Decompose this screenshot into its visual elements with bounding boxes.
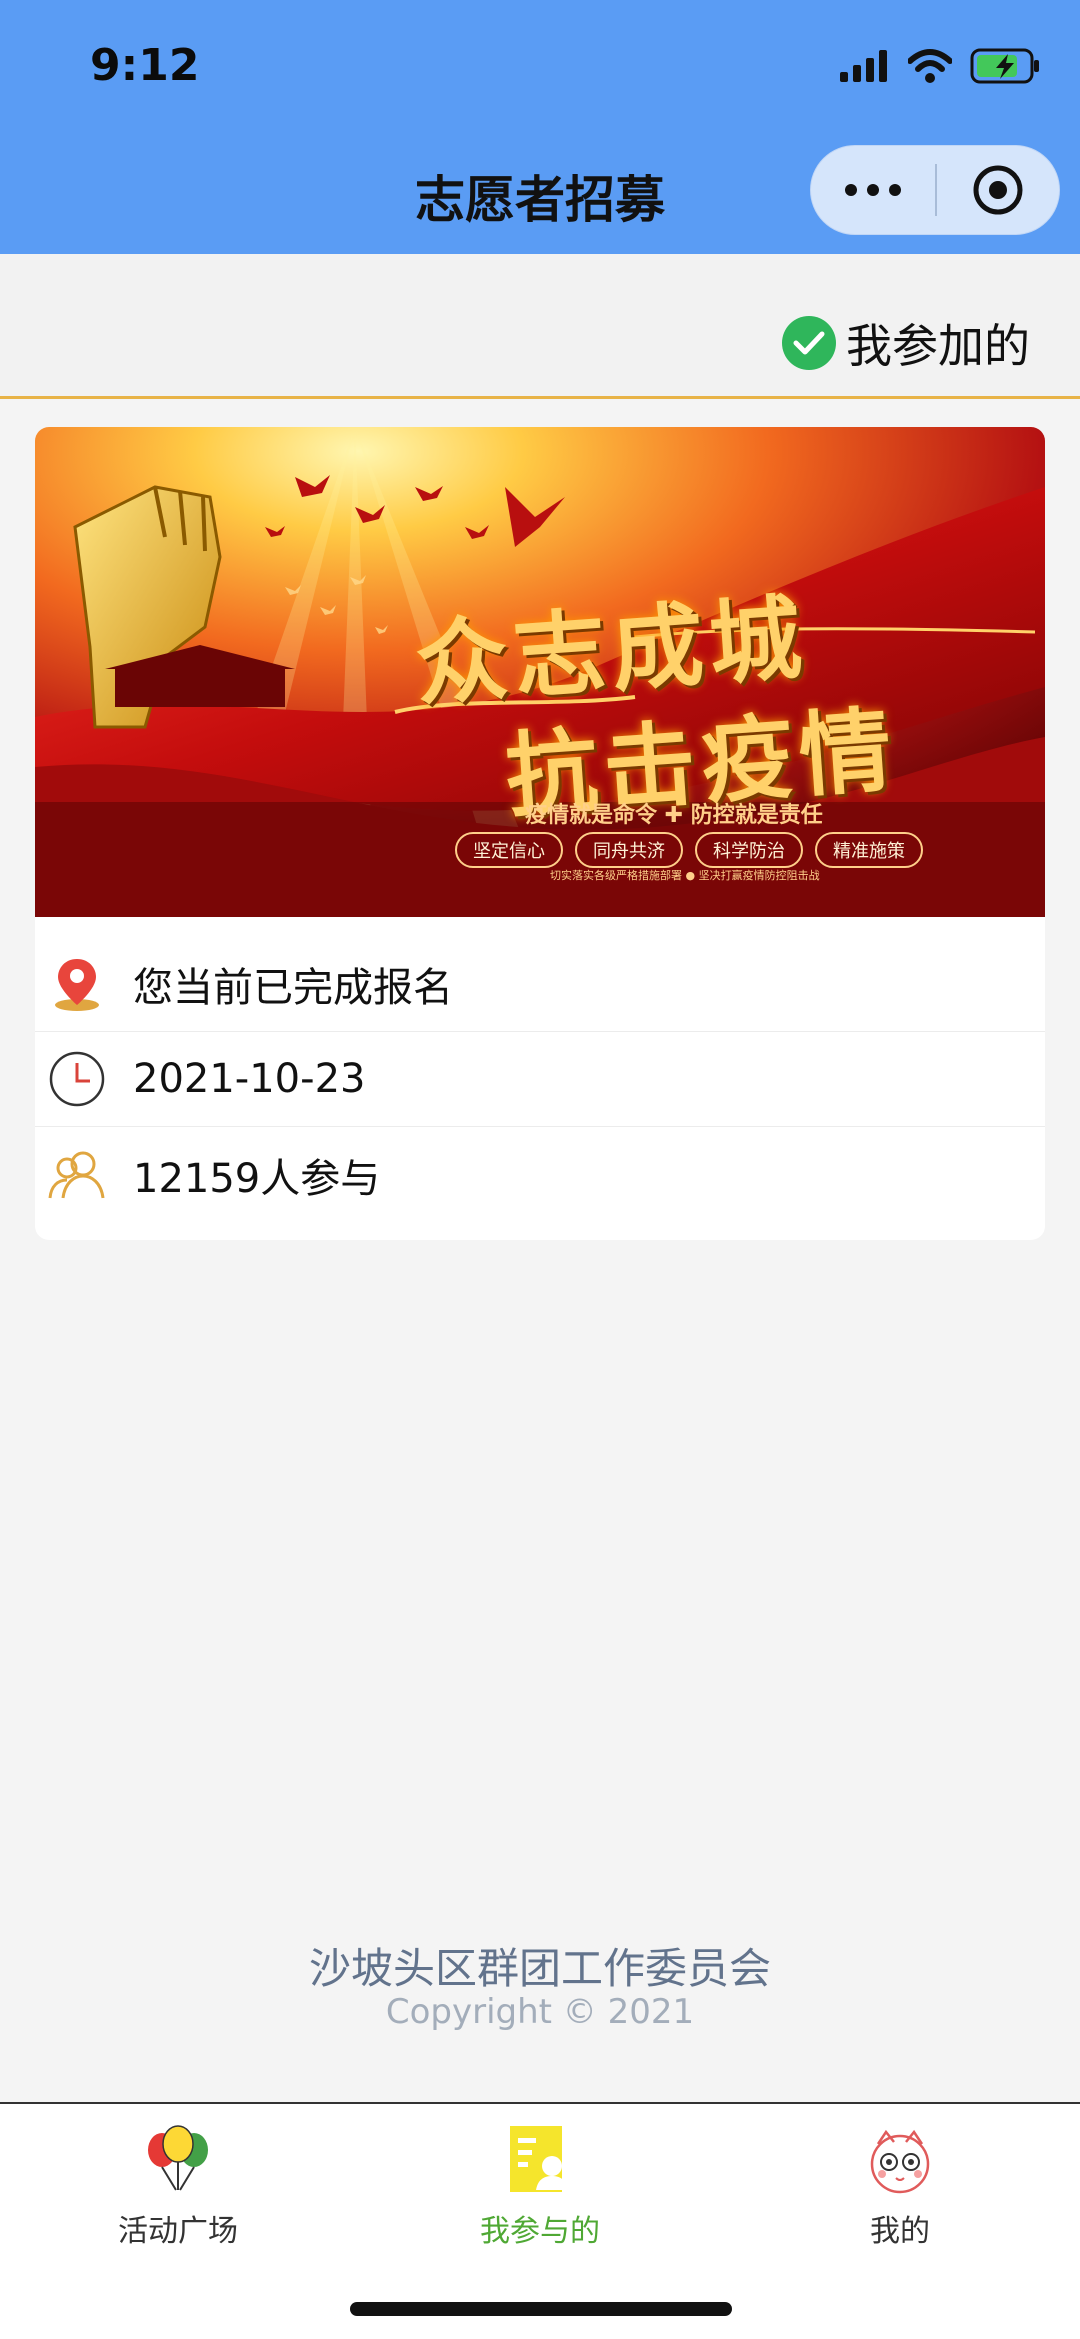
tab-label: 我的 bbox=[870, 2214, 930, 2249]
tab-label: 活动广场 bbox=[118, 2214, 238, 2249]
tab-my-participation[interactable]: 我参与的 bbox=[390, 2124, 690, 2250]
mini-program-capsule bbox=[810, 145, 1060, 235]
participants-row: 12159人参与 bbox=[35, 1127, 1045, 1222]
location-pin-icon bbox=[47, 954, 107, 1014]
home-indicator[interactable] bbox=[350, 2302, 732, 2316]
footer-organization: 沙坡头区群团工作委员会 bbox=[308, 1944, 771, 1993]
banner-tag: 精准施策 bbox=[815, 832, 923, 868]
more-icon[interactable] bbox=[811, 184, 935, 196]
participant-count: 12159人参与 bbox=[133, 1155, 381, 1202]
banner-tag: 坚定信心 bbox=[455, 832, 563, 868]
joined-filter-button[interactable]: 我参加的 bbox=[782, 310, 1030, 376]
filter-bar: 我参加的 bbox=[0, 254, 1080, 399]
clock-icon bbox=[47, 1049, 107, 1109]
banner-tags: 坚定信心 同舟共济 科学防治 精准施策 bbox=[455, 832, 923, 868]
tab-label: 我参与的 bbox=[480, 2214, 600, 2249]
battery-icon bbox=[970, 48, 1039, 84]
activity-banner[interactable]: 众志成城 抗击疫情 疫情就是命令 ✚ 防控就是责任 坚定信心 同舟共济 科学防治… bbox=[35, 427, 1045, 917]
check-icon bbox=[782, 316, 836, 370]
status-time: 9:12 bbox=[90, 40, 200, 91]
registration-status-row: 您当前已完成报名 bbox=[35, 937, 1045, 1032]
tab-activity-plaza[interactable]: 活动广场 bbox=[28, 2124, 328, 2250]
avatar-face-icon bbox=[864, 2124, 936, 2196]
balloons-icon bbox=[142, 2124, 214, 2196]
banner-small-text: 切实落实各级严格措施部署 ● 坚决打赢疫情防控阻击战 bbox=[550, 869, 820, 882]
tab-mine[interactable]: 我的 bbox=[750, 2124, 1050, 2250]
wifi-icon bbox=[908, 49, 952, 83]
close-target-icon[interactable] bbox=[937, 163, 1059, 217]
joined-filter-label: 我参加的 bbox=[846, 319, 1030, 373]
registration-status-text: 您当前已完成报名 bbox=[133, 965, 453, 1011]
activity-date: 2021-10-23 bbox=[133, 1056, 366, 1102]
app-header: 9:12 志愿者招募 bbox=[0, 0, 1080, 254]
status-icons bbox=[840, 46, 1040, 86]
activity-card[interactable]: 众志成城 抗击疫情 疫情就是命令 ✚ 防控就是责任 坚定信心 同舟共济 科学防治… bbox=[35, 427, 1045, 1240]
document-user-icon bbox=[504, 2124, 576, 2196]
banner-tag: 科学防治 bbox=[695, 832, 803, 868]
signal-icon bbox=[840, 50, 887, 82]
people-icon bbox=[47, 1145, 107, 1205]
banner-tag: 同舟共济 bbox=[575, 832, 683, 868]
date-row: 2021-10-23 bbox=[35, 1032, 1045, 1127]
footer-copyright: Copyright © 2021 bbox=[385, 1992, 695, 2032]
banner-slogan: 疫情就是命令 ✚ 防控就是责任 bbox=[525, 803, 823, 828]
